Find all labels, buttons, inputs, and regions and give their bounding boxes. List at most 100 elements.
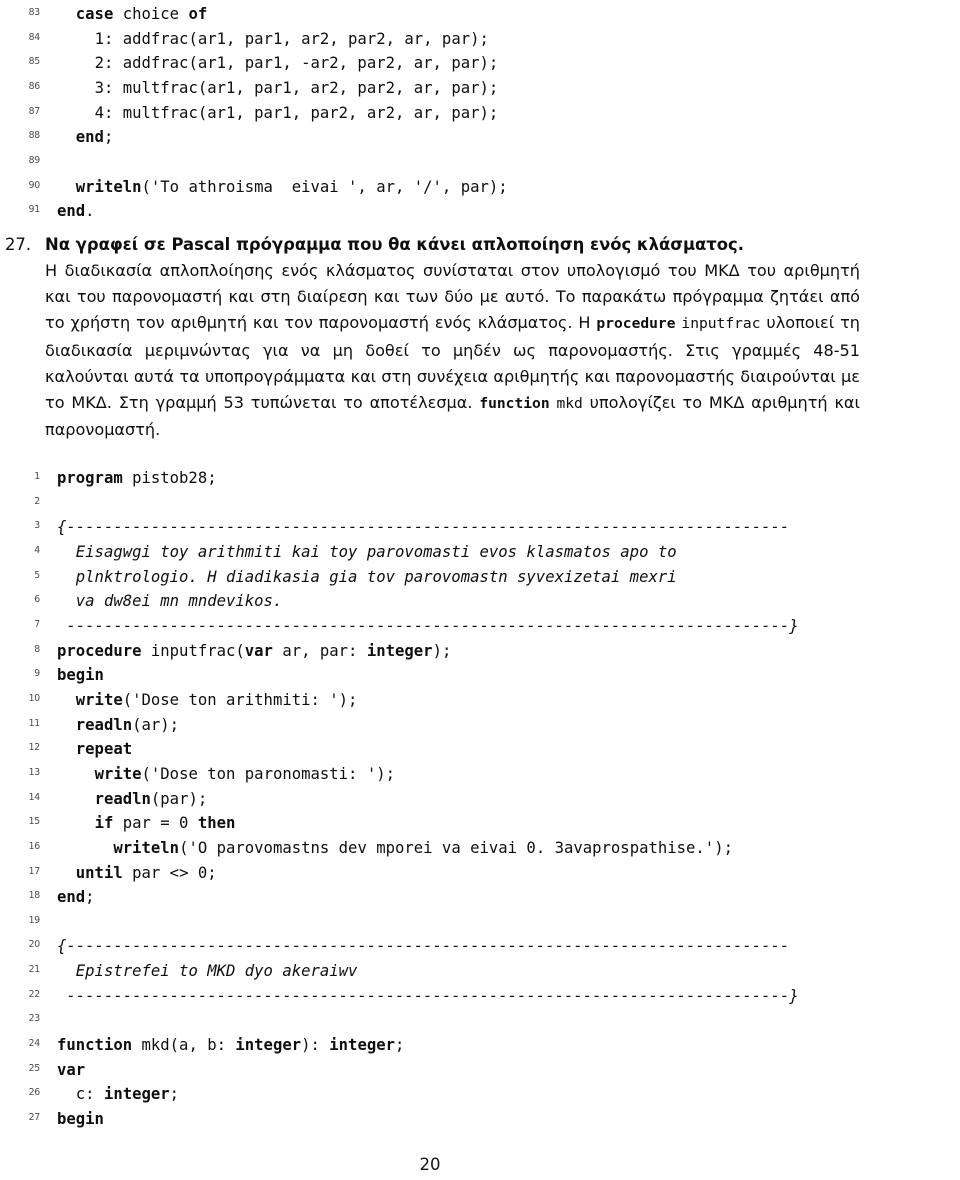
code-line-text: readln(ar); <box>57 713 179 738</box>
code-line: 91 end. <box>0 199 960 224</box>
code-line-text: {---------------------------------------… <box>57 934 789 959</box>
code-line: 3 {--------------------------------------… <box>0 515 960 540</box>
code-token: plnktrologio. H diadikasia gia tov parov… <box>75 567 677 586</box>
code-line-number: 5 <box>34 569 40 581</box>
code-token: case <box>75 5 114 23</box>
code-line-text: function mkd(a, b: integer): integer; <box>57 1033 404 1058</box>
code-token: until <box>75 863 123 882</box>
code-line: 90 writeln('To athroisma eivai ', ar, '/… <box>0 175 960 200</box>
code-line-text: case choice of <box>57 2 207 27</box>
code-line-text: begin <box>57 1107 104 1132</box>
code-token: c: <box>75 1085 104 1104</box>
code-token: end <box>75 128 104 147</box>
inline-code: function <box>479 395 550 413</box>
code-token: readln <box>75 715 133 734</box>
code-line: 25 var <box>0 1058 960 1083</box>
code-line-number: 21 <box>28 964 41 976</box>
code-line-text: c: integer; <box>57 1082 179 1107</box>
code-line-number: 15 <box>28 816 41 828</box>
code-line-number: 20 <box>28 939 41 951</box>
code-line: 6 va dw8ei mn mndevikos. <box>0 589 960 614</box>
code-line-number: 7 <box>34 618 40 630</box>
code-token: 4: multfrac(ar1, par1, par2, ar2, ar, pa… <box>94 103 499 122</box>
code-line-number: 89 <box>28 154 41 166</box>
code-line-number: 14 <box>28 791 41 803</box>
code-line-text: var <box>57 1058 85 1083</box>
code-line-number: 19 <box>28 914 41 926</box>
code-token: ----------------------------------------… <box>57 986 799 1005</box>
code-listing-top: 83 case choice of 84 1: addfrac(ar1, par1… <box>0 2 960 224</box>
code-token: then <box>197 814 236 833</box>
code-line-number: 10 <box>28 692 41 704</box>
code-line: 86 3: multfrac(ar1, par1, ar2, par2, ar,… <box>0 76 960 101</box>
code-line-number: 2 <box>34 495 40 507</box>
code-line-text: writeln('O parovomastns dev mporei va ei… <box>57 836 733 861</box>
code-token: mkd(a, b: <box>132 1036 236 1055</box>
code-line: 88 end; <box>0 125 960 150</box>
code-line-text: Eisagwgi toy arithmiti kai toy parovomas… <box>57 540 677 565</box>
code-token: function <box>57 1036 133 1055</box>
code-token: ar, par: <box>272 641 367 660</box>
code-line-number: 22 <box>28 988 41 1000</box>
code-token: var <box>57 1060 86 1079</box>
code-line-number: 90 <box>28 179 41 191</box>
code-line: 10 write('Dose ton arithmiti: '); <box>0 688 960 713</box>
code-line-number: 8 <box>34 643 40 655</box>
code-token: ('To athroisma eivai ', ar, '/', par); <box>141 177 508 196</box>
code-line-text: write('Dose ton paronomasti: '); <box>57 762 395 787</box>
code-token: readln <box>94 789 151 808</box>
code-line-text: end; <box>57 125 114 150</box>
code-line-number: 16 <box>28 840 41 852</box>
code-token: choice <box>113 5 189 23</box>
code-token: (ar); <box>132 715 180 734</box>
exercise-27: 27. Να γραφεί σε Pascal πρόγραμμα που θα… <box>0 232 960 443</box>
code-token: of <box>188 5 208 23</box>
document-page: 83 case choice of 84 1: addfrac(ar1, par1… <box>0 0 960 1180</box>
page-number: 20 <box>419 1155 441 1174</box>
code-listing-main: 1 program pistob28; 2 3 {-------------------… <box>0 466 960 1132</box>
code-line-text: va dw8ei mn mndevikos. <box>57 589 283 614</box>
code-line-text: Epistrefei to MKD dyo akeraiwv <box>57 959 358 984</box>
code-line-number: 87 <box>28 105 41 117</box>
code-token: {---------------------------------------… <box>57 937 790 956</box>
code-line-number: 85 <box>28 56 41 68</box>
code-token: Eisagwgi toy arithmiti kai toy parovomas… <box>75 542 677 561</box>
code-token: procedure <box>57 641 142 660</box>
code-line-text: 2: addfrac(ar1, par1, -ar2, par2, ar, pa… <box>57 51 499 76</box>
code-line: 23 <box>0 1008 960 1033</box>
code-line: 87 4: multfrac(ar1, par1, par2, ar2, ar,… <box>0 101 960 126</box>
exercise-heading-text: Να γραφεί σε Pascal πρόγραμμα που θα κάν… <box>45 235 744 254</box>
code-line-number: 11 <box>28 717 41 729</box>
code-line: 18 end; <box>0 885 960 910</box>
code-line-number: 83 <box>28 7 41 18</box>
code-line-text: ----------------------------------------… <box>57 984 799 1009</box>
code-line: 8 procedure inputfrac(var ar, par: intege… <box>0 639 960 664</box>
code-line-text: begin <box>57 663 104 688</box>
code-token: writeln <box>113 838 180 857</box>
inline-code: procedure <box>596 315 676 333</box>
code-token: ; <box>169 1085 180 1104</box>
code-line-number: 88 <box>28 130 41 142</box>
code-line: 85 2: addfrac(ar1, par1, -ar2, par2, ar,… <box>0 51 960 76</box>
code-token: ; <box>395 1036 405 1055</box>
code-line-text: {---------------------------------------… <box>57 515 789 540</box>
code-line-text: ----------------------------------------… <box>57 614 798 639</box>
code-token: ; <box>85 888 95 907</box>
code-line-text: write('Dose ton arithmiti: '); <box>57 688 358 713</box>
code-line-number: 6 <box>34 594 40 606</box>
code-token: write <box>94 764 142 783</box>
code-line: 5 plnktrologio. H diadikasia gia tov par… <box>0 565 960 590</box>
code-token: begin <box>57 666 104 685</box>
code-token: end <box>57 202 86 221</box>
code-token: inputfrac( <box>141 641 245 660</box>
code-line-text: repeat <box>57 737 132 762</box>
code-line: 20 {-------------------------------------… <box>0 934 960 959</box>
code-line-number: 25 <box>28 1062 41 1074</box>
code-line-text: 4: multfrac(ar1, par1, par2, ar2, ar, pa… <box>57 101 499 126</box>
code-token: program <box>57 469 123 487</box>
code-token: integer <box>103 1085 170 1104</box>
code-line: 27 begin <box>0 1107 960 1132</box>
code-token: integer <box>235 1036 302 1055</box>
code-line-text: 1: addfrac(ar1, par1, ar2, par2, ar, par… <box>57 27 489 52</box>
code-token: repeat <box>75 740 133 759</box>
